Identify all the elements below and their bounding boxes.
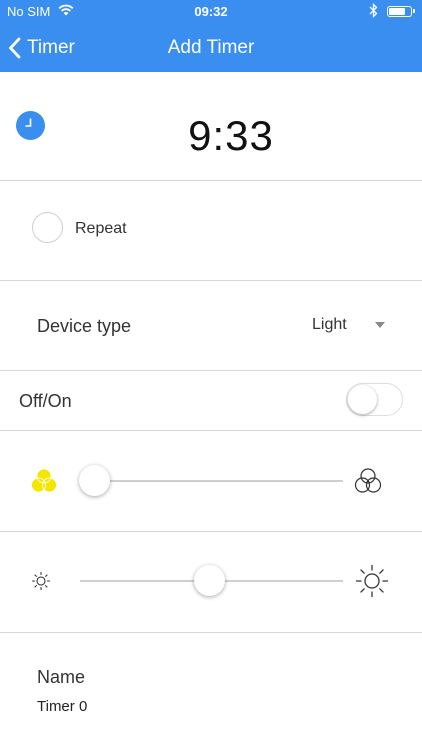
timer-time[interactable]: 9:33 — [0, 112, 422, 160]
brightness-slider-thumb[interactable] — [193, 565, 225, 596]
brightness-slider[interactable] — [80, 561, 343, 601]
battery-icon — [387, 6, 415, 17]
repeat-label: Repeat — [75, 220, 127, 237]
caret-down-icon — [375, 322, 385, 328]
divider — [0, 632, 422, 633]
name-label: Name — [37, 667, 86, 687]
brightness-high-icon — [354, 563, 390, 604]
divider — [0, 180, 422, 181]
divider — [0, 280, 422, 281]
status-bar: No SIM 09:32 — [0, 0, 422, 24]
divider — [0, 430, 422, 431]
repeat-checkbox[interactable] — [32, 212, 63, 243]
chevron-left-icon — [9, 37, 21, 59]
yellow-color-circles-icon — [29, 466, 59, 501]
color-slider-track — [94, 480, 343, 482]
device-type-label: Device type — [37, 316, 132, 336]
divider — [0, 531, 422, 532]
rgb-color-circles-icon — [353, 466, 383, 501]
back-label: Timer — [27, 37, 75, 58]
divider — [0, 370, 422, 371]
brightness-low-icon — [30, 570, 52, 597]
color-slider-thumb[interactable] — [79, 465, 110, 496]
name-field[interactable]: Timer 0 — [37, 698, 87, 715]
bluetooth-icon — [369, 2, 378, 21]
navigation-bar: Timer Add Timer — [0, 24, 422, 72]
power-label: Off/On — [19, 391, 72, 411]
device-type-value: Light — [312, 316, 347, 333]
status-time: 09:32 — [194, 4, 228, 19]
back-button[interactable]: Timer — [8, 24, 75, 72]
toggle-knob — [348, 385, 377, 414]
color-slider[interactable] — [79, 461, 343, 501]
power-toggle[interactable] — [346, 383, 403, 416]
device-type-dropdown[interactable]: Light — [312, 316, 392, 338]
